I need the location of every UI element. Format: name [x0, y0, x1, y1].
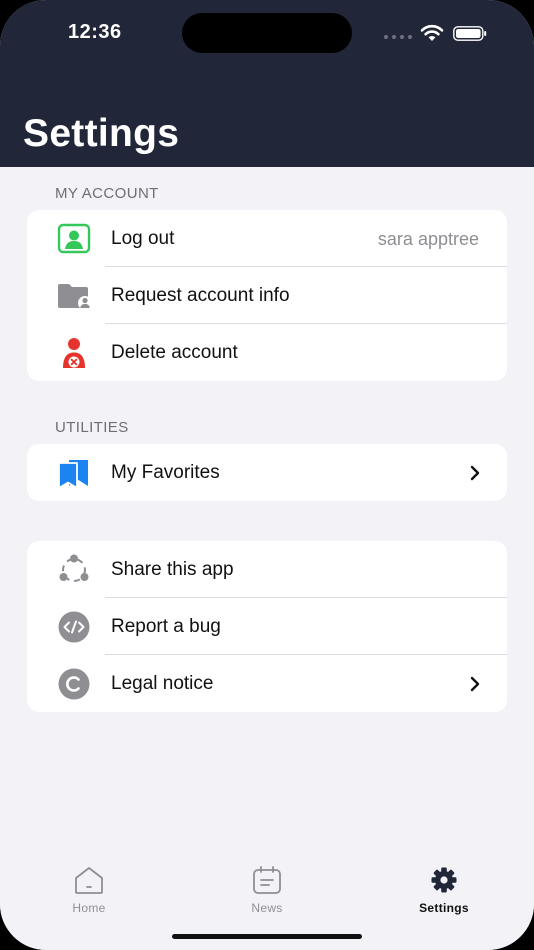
bookmarks-icon — [58, 460, 88, 489]
folder-user-icon — [58, 284, 91, 310]
tab-settings[interactable]: Settings — [399, 864, 489, 915]
tab-label: Settings — [419, 901, 469, 915]
tab-news[interactable]: News — [222, 864, 312, 915]
phone-screen: 12:36 Settings MY ACCOUNT Log out sara a… — [0, 0, 534, 950]
dynamic-island — [182, 13, 352, 53]
group-other: Share this app Report a bug Legal notice — [27, 541, 507, 712]
group-my-account: Log out sara apptree Request account inf… — [27, 210, 507, 381]
page-title: Settings — [23, 112, 180, 155]
row-log-out[interactable]: Log out sara apptree — [27, 210, 507, 267]
code-bug-icon — [58, 611, 90, 643]
chevron-right-icon — [470, 465, 480, 481]
row-label: Delete account — [111, 342, 238, 363]
user-badge-icon — [57, 223, 91, 254]
gear-icon — [431, 867, 457, 893]
chevron-right-icon — [470, 676, 480, 692]
row-label: Legal notice — [111, 673, 214, 694]
row-request-account-info[interactable]: Request account info — [27, 267, 507, 324]
battery-icon — [453, 26, 487, 41]
tab-label: News — [251, 901, 283, 915]
row-report-a-bug[interactable]: Report a bug — [27, 598, 507, 655]
home-indicator — [172, 934, 362, 939]
section-label-my-account: MY ACCOUNT — [55, 185, 159, 202]
status-time: 12:36 — [68, 21, 122, 43]
row-label: Report a bug — [111, 616, 221, 637]
row-delete-account[interactable]: Delete account — [27, 324, 507, 381]
row-label: Request account info — [111, 285, 290, 306]
delete-user-icon — [63, 338, 85, 368]
signal-dots-icon — [384, 35, 412, 39]
tab-home[interactable]: Home — [44, 864, 134, 915]
tab-label: Home — [72, 901, 106, 915]
row-legal-notice[interactable]: Legal notice — [27, 655, 507, 712]
home-icon — [75, 867, 103, 894]
row-label: My Favorites — [111, 462, 220, 483]
header: 12:36 Settings — [0, 0, 534, 167]
wifi-icon — [420, 24, 444, 41]
row-label: Share this app — [111, 559, 234, 580]
section-label-utilities: UTILITIES — [55, 419, 129, 436]
row-label: Log out — [111, 228, 175, 249]
row-share-this-app[interactable]: Share this app — [27, 541, 507, 598]
copyright-icon — [58, 668, 90, 700]
row-my-favorites[interactable]: My Favorites — [27, 444, 507, 501]
group-utilities: My Favorites — [27, 444, 507, 501]
account-username: sara apptree — [377, 229, 479, 249]
news-icon — [253, 866, 281, 894]
share-icon — [59, 554, 89, 582]
